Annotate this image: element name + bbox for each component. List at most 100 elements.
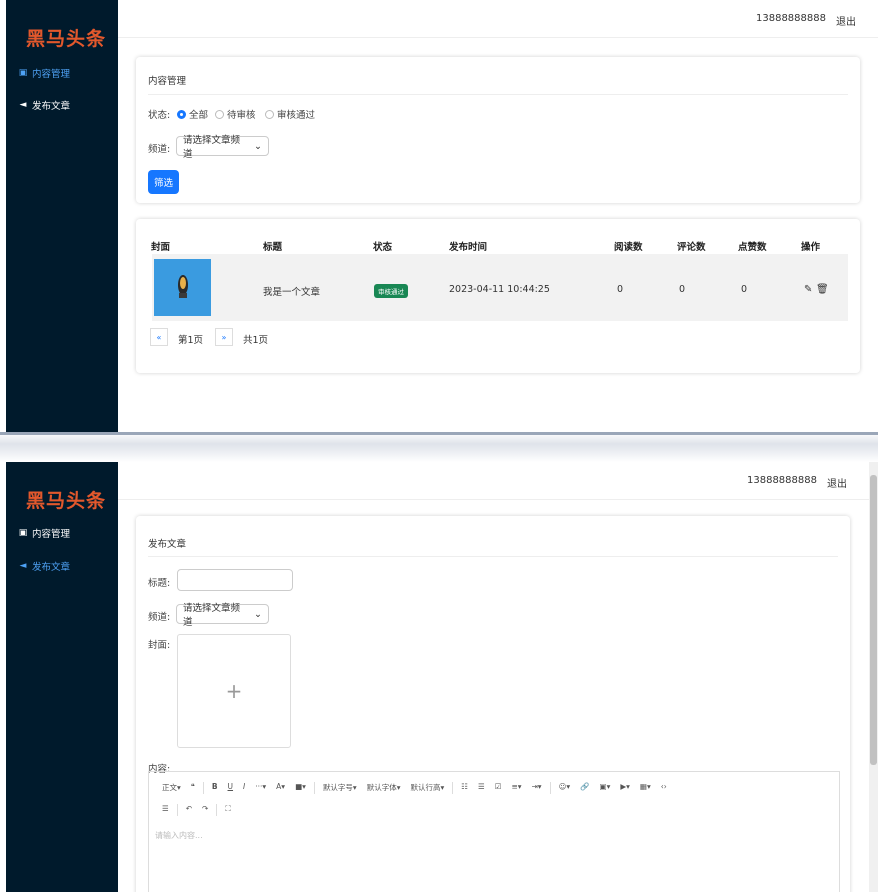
link-icon[interactable]: 🔗 bbox=[575, 778, 594, 798]
bold-icon[interactable]: B bbox=[207, 778, 223, 798]
sidebar-item-label: 内容管理 bbox=[32, 69, 71, 80]
radio-pending[interactable]: 待审核 bbox=[215, 107, 256, 121]
underline-icon[interactable]: U bbox=[223, 778, 239, 798]
editor-placeholder: 请输入内容... bbox=[155, 831, 203, 840]
send-icon: ◄ bbox=[19, 100, 27, 110]
scrollbar-thumb[interactable] bbox=[870, 475, 877, 765]
radio-all[interactable]: 全部 bbox=[177, 107, 208, 121]
cover-label: 封面: bbox=[148, 640, 171, 651]
indent-icon[interactable]: ⇥▾ bbox=[527, 778, 547, 798]
status-label: 状态: bbox=[148, 110, 171, 121]
divider-line-icon[interactable]: ☰ bbox=[157, 800, 174, 820]
logo: 黑马头条 bbox=[26, 28, 107, 50]
sidebar: 黑马头条 ▣ 内容管理 ◄ 发布文章 bbox=[6, 0, 118, 432]
radio-approved[interactable]: 审核通过 bbox=[265, 107, 315, 121]
content-management-screen: 黑马头条 ▣ 内容管理 ◄ 发布文章 13888888888 退出 内容管理 状… bbox=[0, 0, 878, 432]
column-header: 发布时间 bbox=[449, 242, 488, 253]
divider bbox=[148, 94, 848, 95]
column-header: 封面 bbox=[151, 242, 171, 253]
table-icon[interactable]: ▦▾ bbox=[635, 778, 656, 798]
line-height-select[interactable]: 默认行高▾ bbox=[405, 778, 449, 798]
column-header: 阅读数 bbox=[614, 242, 643, 253]
radio-unchecked-icon bbox=[215, 109, 224, 119]
sidebar-item-content-management[interactable]: ▣ 内容管理 bbox=[18, 526, 70, 540]
column-header: 状态 bbox=[373, 242, 393, 253]
delete-icon[interactable]: 🗑 bbox=[816, 284, 829, 295]
font-size-select[interactable]: 默认字号▾ bbox=[318, 778, 362, 798]
comment-count: 0 bbox=[679, 284, 686, 295]
chevron-down-icon: ⌄ bbox=[254, 140, 262, 152]
total-pages: 共1页 bbox=[243, 335, 269, 346]
sidebar-item-publish[interactable]: ◄ 发布文章 bbox=[18, 559, 70, 573]
filter-button[interactable]: 筛选 bbox=[148, 170, 180, 194]
channel-select[interactable]: 请选择文章频道 ⌄ bbox=[176, 135, 269, 160]
radio-label: 全部 bbox=[189, 110, 209, 121]
divider bbox=[216, 804, 218, 816]
card-title: 内容管理 bbox=[148, 76, 187, 87]
sidebar-item-content-management[interactable]: ▣ 内容管理 bbox=[18, 66, 70, 80]
chevron-down-icon: ⌄ bbox=[254, 608, 262, 620]
todo-icon[interactable]: ☑ bbox=[490, 778, 507, 798]
send-icon: ◄ bbox=[19, 561, 27, 571]
background-color-icon[interactable]: ■▾ bbox=[290, 778, 311, 798]
read-count: 0 bbox=[617, 284, 624, 295]
header: 13888888888 退出 bbox=[118, 0, 878, 38]
font-family-select[interactable]: 默认字体▾ bbox=[362, 778, 406, 798]
screenshot-separator bbox=[0, 432, 878, 462]
sidebar-item-label: 发布文章 bbox=[32, 562, 71, 573]
document-icon: ▣ bbox=[18, 528, 28, 538]
sidebar-item-label: 内容管理 bbox=[32, 529, 71, 540]
video-icon[interactable]: ▶▾ bbox=[615, 778, 635, 798]
redo-icon[interactable]: ↷ bbox=[197, 800, 213, 820]
publish-article-screen: 黑马头条 ▣ 内容管理 ◄ 发布文章 13888888888 退出 发布文章 标… bbox=[0, 462, 878, 892]
document-icon: ▣ bbox=[18, 68, 28, 78]
card-title: 发布文章 bbox=[148, 539, 187, 550]
font-color-icon[interactable]: A▾ bbox=[271, 778, 290, 798]
code-icon[interactable]: ‹› bbox=[656, 778, 672, 798]
editor-toolbar-row2: ☰ ↶ ↷ ⛶ bbox=[157, 800, 831, 820]
rich-text-editor[interactable]: 正文▾ ❝ B U I ···▾ A▾ ■▾ 默认字号▾ 默认字体▾ 默认行高▾… bbox=[148, 771, 840, 892]
channel-select[interactable]: 请选择文章频道 ⌄ bbox=[176, 603, 269, 628]
align-icon[interactable]: ≡▾ bbox=[506, 778, 526, 798]
column-header: 操作 bbox=[801, 242, 821, 253]
title-input[interactable] bbox=[177, 569, 293, 591]
italic-icon[interactable]: I bbox=[238, 778, 250, 798]
vertical-scrollbar[interactable] bbox=[869, 462, 878, 892]
undo-icon[interactable]: ↶ bbox=[181, 800, 197, 820]
sidebar-item-publish[interactable]: ◄ 发布文章 bbox=[18, 98, 70, 112]
title-label: 标题: bbox=[148, 578, 171, 589]
next-page-button[interactable]: » bbox=[215, 328, 233, 346]
prev-page-button[interactable]: « bbox=[150, 328, 168, 346]
image-icon[interactable]: ▣▾ bbox=[595, 778, 616, 798]
radio-checked-icon bbox=[177, 109, 186, 119]
like-count: 0 bbox=[741, 284, 748, 295]
main-content: 内容管理 状态: 全部 待审核 审核通过 频道: 请选择文章频道 ⌄ 筛选 封面… bbox=[118, 38, 878, 432]
radio-label: 审核通过 bbox=[277, 110, 316, 121]
header: 13888888888 退出 bbox=[118, 462, 869, 500]
editor-toolbar: 正文▾ ❝ B U I ···▾ A▾ ■▾ 默认字号▾ 默认字体▾ 默认行高▾… bbox=[157, 778, 831, 798]
current-page: 第1页 bbox=[178, 335, 204, 346]
bulleted-list-icon[interactable]: ☷ bbox=[456, 778, 473, 798]
filter-card: 内容管理 状态: 全部 待审核 审核通过 频道: 请选择文章频道 ⌄ 筛选 bbox=[136, 57, 860, 203]
edit-icon[interactable]: ✎ bbox=[804, 284, 812, 295]
main-content: 发布文章 标题: 频道: 请选择文章频道 ⌄ 封面: + 内容: 正文▾ ❝ B… bbox=[118, 500, 869, 892]
publish-time: 2023-04-11 10:44:25 bbox=[449, 284, 550, 295]
fullscreen-icon[interactable]: ⛶ bbox=[220, 800, 235, 820]
blockquote-icon[interactable]: ❝ bbox=[186, 778, 200, 798]
divider bbox=[549, 782, 551, 794]
cover-image bbox=[154, 259, 211, 316]
channel-label: 频道: bbox=[148, 612, 171, 623]
logout-button[interactable]: 退出 bbox=[836, 13, 856, 28]
paragraph-style-button[interactable]: 正文▾ bbox=[157, 778, 186, 798]
divider bbox=[176, 804, 178, 816]
cover-upload[interactable]: + bbox=[177, 634, 291, 748]
emoji-icon[interactable]: ☺▾ bbox=[554, 778, 576, 798]
sidebar-item-label: 发布文章 bbox=[32, 101, 71, 112]
logout-button[interactable]: 退出 bbox=[827, 475, 847, 490]
numbered-list-icon[interactable]: ☰ bbox=[473, 778, 490, 798]
more-style-icon[interactable]: ···▾ bbox=[250, 778, 271, 798]
divider bbox=[202, 782, 204, 794]
article-table-card: 封面 标题 状态 发布时间 阅读数 评论数 点赞数 操作 我是一个文章 审核通过… bbox=[136, 219, 860, 373]
channel-label: 频道: bbox=[148, 144, 171, 155]
sidebar: 黑马头条 ▣ 内容管理 ◄ 发布文章 bbox=[6, 462, 118, 892]
